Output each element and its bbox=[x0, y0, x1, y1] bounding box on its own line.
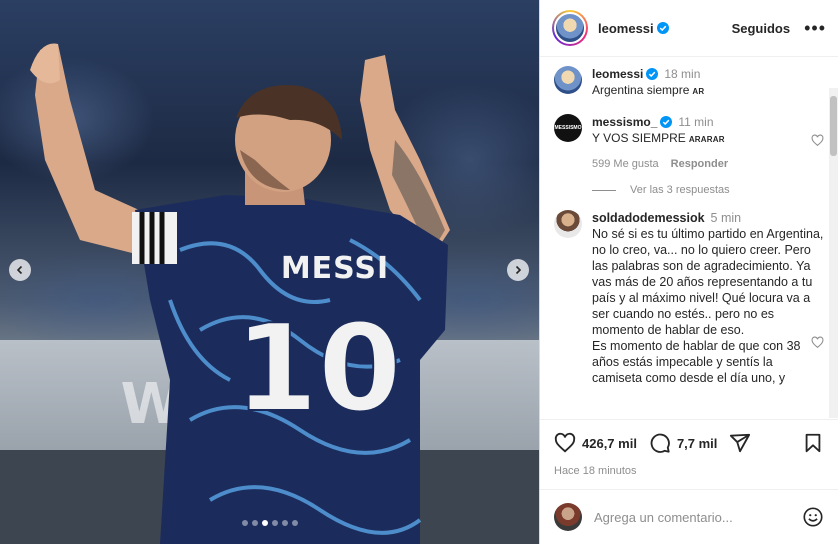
carousel-prev-button[interactable] bbox=[9, 259, 31, 281]
post-timestamp: Hace 18 minutos bbox=[554, 465, 637, 477]
flag-emoji: AR bbox=[692, 87, 705, 96]
verified-badge-icon bbox=[646, 68, 659, 80]
verified-badge-icon bbox=[660, 116, 673, 128]
heart-icon[interactable] bbox=[811, 134, 824, 147]
verified-badge-icon bbox=[656, 22, 669, 34]
caption-avatar[interactable] bbox=[554, 66, 582, 94]
comment-text: No sé si es tu último partido en Argenti… bbox=[592, 227, 824, 337]
comment-input[interactable] bbox=[594, 509, 802, 525]
svg-text:MESSI: MESSI bbox=[281, 251, 389, 286]
post-media[interactable]: WARNER bbox=[0, 0, 539, 544]
comment-avatar[interactable] bbox=[554, 210, 582, 238]
post-side-panel: leomessi Seguidos ••• leomessi 18 min Arg… bbox=[539, 0, 838, 544]
comment-time: 5 min bbox=[710, 211, 742, 225]
caption-time: 18 min bbox=[664, 67, 701, 81]
comment-avatar[interactable]: MESSISMO bbox=[554, 114, 582, 142]
comment-time: 11 min bbox=[678, 115, 714, 129]
scrollbar-thumb[interactable] bbox=[830, 96, 837, 156]
caption-text: Argentina siempre bbox=[592, 83, 690, 97]
comments-list[interactable]: leomessi 18 min Argentina siempre AR MESSI… bbox=[540, 58, 838, 418]
comment-item: soldadodemessiok 5 min No sé si es tu últ… bbox=[554, 210, 824, 386]
svg-text:10: 10 bbox=[235, 300, 402, 439]
carousel-dot bbox=[271, 520, 278, 526]
comment-text-continued: Es momento de hablar de que con 38 años … bbox=[592, 339, 801, 385]
comment-username[interactable]: soldadodemessiok bbox=[592, 211, 705, 225]
comment-icon[interactable] bbox=[649, 432, 671, 454]
comments-scrollbar[interactable] bbox=[829, 88, 838, 418]
author-avatar[interactable] bbox=[552, 10, 588, 46]
carousel-dot bbox=[291, 520, 298, 526]
caption-username[interactable]: leomessi bbox=[592, 67, 643, 81]
current-user-avatar bbox=[554, 503, 582, 531]
emoji-icon[interactable] bbox=[802, 506, 824, 528]
post-modal: WARNER bbox=[0, 0, 838, 544]
player-photo: MESSI 10 bbox=[30, 43, 450, 544]
heart-icon[interactable] bbox=[554, 432, 576, 454]
carousel-next-button[interactable] bbox=[507, 259, 529, 281]
view-replies-button[interactable]: Ver las 3 respuestas bbox=[592, 184, 824, 196]
comment-likes[interactable]: 599 Me gusta bbox=[592, 158, 659, 170]
comment-text: Y VOS SIEMPRE bbox=[592, 131, 686, 145]
flag-emoji: ARARAR bbox=[688, 135, 725, 144]
comment-username[interactable]: messismo_ bbox=[592, 115, 657, 129]
carousel-dot-active bbox=[261, 520, 268, 526]
comments-count[interactable]: 7,7 mil bbox=[677, 436, 717, 451]
view-replies-label: Ver las 3 respuestas bbox=[630, 184, 730, 196]
post-header: leomessi Seguidos ••• bbox=[540, 0, 838, 57]
more-icon[interactable]: ••• bbox=[804, 19, 826, 37]
following-button[interactable]: Seguidos bbox=[732, 21, 791, 36]
carousel-indicator bbox=[0, 520, 539, 526]
post-actions: 426,7 mil 7,7 mil Hace 18 minutos bbox=[540, 419, 838, 477]
carousel-dot bbox=[251, 520, 258, 526]
likes-count[interactable]: 426,7 mil bbox=[582, 436, 637, 451]
comment-composer bbox=[540, 489, 838, 544]
reply-button[interactable]: Responder bbox=[671, 158, 728, 170]
comment-item: MESSISMO messismo_ 11 min Y VOS SIEMPRE AR… bbox=[554, 114, 824, 172]
comment-meta: 599 Me gusta Responder bbox=[592, 156, 824, 172]
comment-avatar-text: MESSISMO bbox=[554, 125, 582, 131]
post-caption: leomessi 18 min Argentina siempre AR bbox=[554, 66, 824, 100]
chevron-left-icon bbox=[16, 265, 23, 275]
bookmark-icon[interactable] bbox=[802, 432, 824, 454]
carousel-dot bbox=[281, 520, 288, 526]
chevron-right-icon bbox=[515, 265, 522, 275]
share-icon[interactable] bbox=[729, 432, 751, 454]
author-username[interactable]: leomessi bbox=[598, 21, 654, 36]
heart-icon[interactable] bbox=[811, 336, 824, 349]
carousel-dot bbox=[241, 520, 248, 526]
